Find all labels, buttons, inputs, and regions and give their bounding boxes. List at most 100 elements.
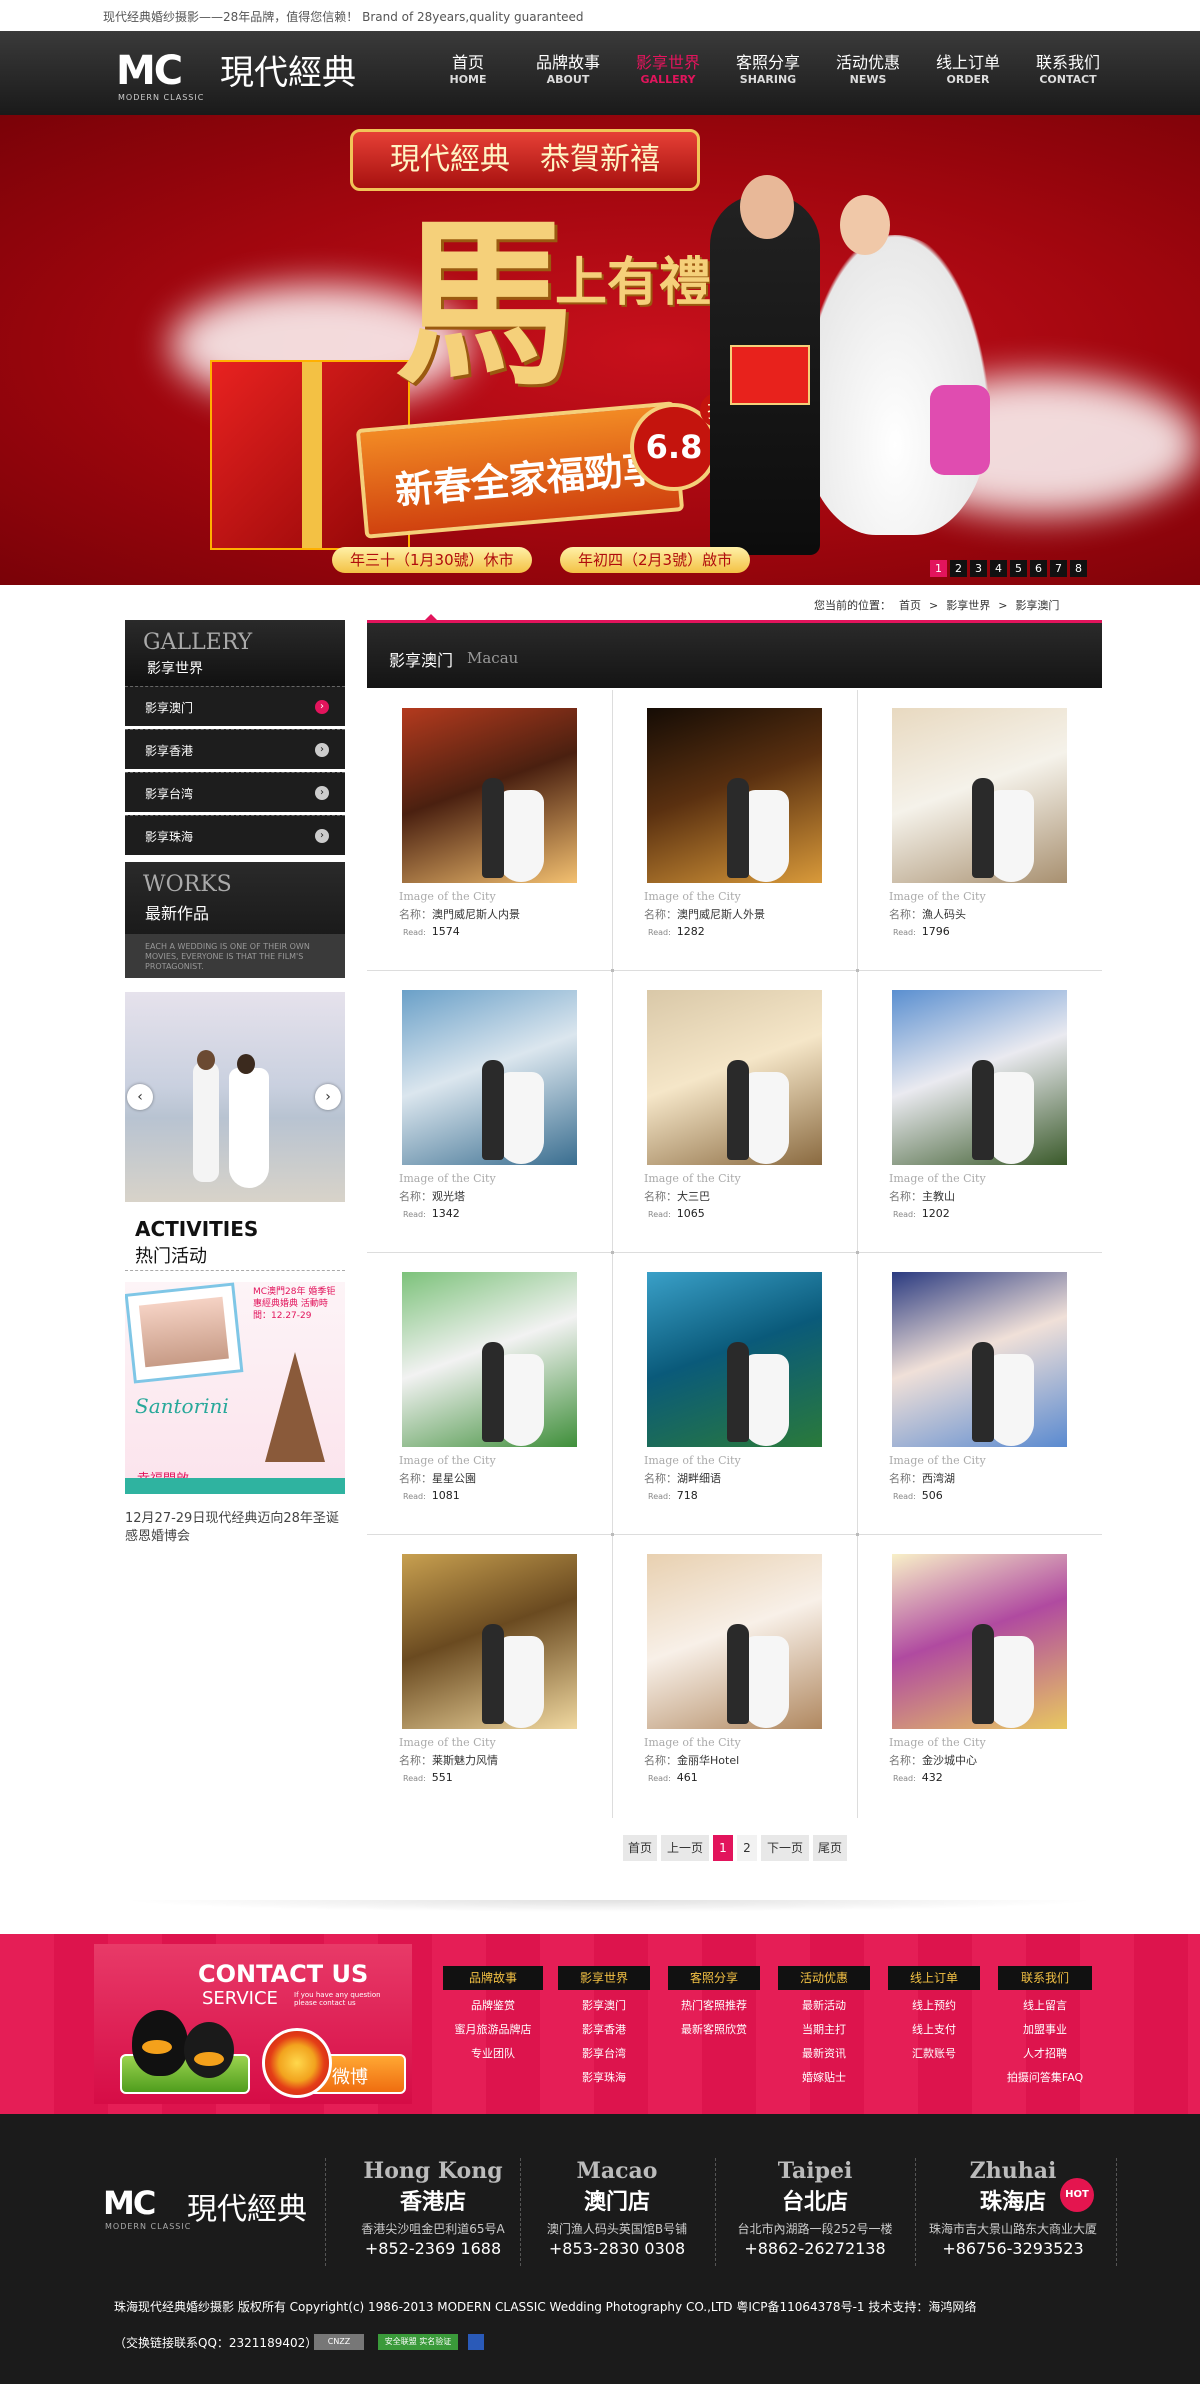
page-prev-button[interactable]: 上一页 <box>661 1835 709 1861</box>
footer-link[interactable]: 婚嫁贴士 <box>778 2066 870 2090</box>
activity-poster[interactable]: MC澳門28年 婚季钜惠經典婚典 活動時間：12.27-29 Santorini… <box>125 1282 345 1494</box>
gallery-card[interactable]: Image of the City 名称：澳門威尼斯人外景 Read: 1282 <box>612 690 857 972</box>
footer-logo[interactable]: MC 現代經典 MODERN CLASSIC <box>103 2184 323 2244</box>
chevron-right-icon[interactable]: › <box>315 1084 341 1110</box>
nav-sharing[interactable]: 客照分享 SHARING <box>718 53 818 87</box>
photo-name[interactable]: 名称：湖畔细语 <box>644 1470 721 1486</box>
slide-dot[interactable]: 1 <box>930 560 947 577</box>
nav-contact[interactable]: 联系我们 CONTACT <box>1018 53 1118 87</box>
slide-dot[interactable]: 8 <box>1070 560 1087 577</box>
page-first-button[interactable]: 首页 <box>623 1835 657 1861</box>
footer-link[interactable]: 影享澳门 <box>558 1994 650 2018</box>
footer-col-head[interactable]: 活动优惠 <box>778 1966 870 1990</box>
paw-icon[interactable] <box>468 2334 484 2350</box>
weibo-contact[interactable]: 微博 <box>262 2008 406 2098</box>
slide-dot[interactable]: 3 <box>970 560 987 577</box>
gallery-photo[interactable] <box>647 1272 822 1447</box>
footer-link[interactable]: 拍摄问答集FAQ <box>998 2066 1092 2090</box>
footer-link[interactable]: 影享香港 <box>558 2018 650 2042</box>
photo-name[interactable]: 名称：观光塔 <box>399 1188 465 1204</box>
slide-dot[interactable]: 4 <box>990 560 1007 577</box>
security-badge[interactable]: 安全联盟 实名验证 <box>378 2334 458 2350</box>
footer-col-head[interactable]: 线上订单 <box>888 1966 980 1990</box>
gallery-card[interactable]: Image of the City 名称：大三巴 Read: 1065 <box>612 972 857 1254</box>
gallery-card[interactable]: Image of the City 名称：金丽华Hotel Read: 461 <box>612 1536 857 1818</box>
footer-link[interactable]: 最新资讯 <box>778 2042 870 2066</box>
gallery-photo[interactable] <box>402 1272 577 1447</box>
slide-dot[interactable]: 2 <box>950 560 967 577</box>
sidebar-item-hongkong[interactable]: 影享香港 › <box>125 729 345 769</box>
footer-link[interactable]: 人才招聘 <box>998 2042 1092 2066</box>
gallery-photo[interactable] <box>647 708 822 883</box>
page-next-button[interactable]: 下一页 <box>761 1835 809 1861</box>
gallery-photo[interactable] <box>647 1554 822 1729</box>
photo-name[interactable]: 名称：金沙城中心 <box>889 1752 977 1768</box>
footer-link[interactable]: 专业团队 <box>443 2042 543 2066</box>
gallery-photo[interactable] <box>647 990 822 1165</box>
gallery-card[interactable]: Image of the City 名称：漁人码头 Read: 1796 <box>857 690 1102 972</box>
cnzz-badge[interactable]: CNZZ <box>314 2334 364 2350</box>
footer-link[interactable]: 影享珠海 <box>558 2066 650 2090</box>
footer-link[interactable]: 影享台湾 <box>558 2042 650 2066</box>
slide-dot[interactable]: 7 <box>1050 560 1067 577</box>
breadcrumb-gallery[interactable]: 影享世界 <box>946 599 990 612</box>
sidebar-item-macau[interactable]: 影享澳门 › <box>125 686 345 726</box>
footer-link[interactable]: 热门客照推荐 <box>668 1994 760 2018</box>
gallery-photo[interactable] <box>892 990 1067 1165</box>
page-number-button[interactable]: 1 <box>713 1835 733 1861</box>
gallery-card[interactable]: Image of the City 名称：星星公園 Read: 1081 <box>367 1254 612 1536</box>
page-last-button[interactable]: 尾页 <box>813 1835 847 1861</box>
footer-link[interactable]: 线上留言 <box>998 1994 1092 2018</box>
gallery-photo[interactable] <box>402 1554 577 1729</box>
photo-name[interactable]: 名称：莱斯魅力风情 <box>399 1752 498 1768</box>
qq-contact[interactable] <box>120 2008 250 2094</box>
footer-link[interactable]: 品牌鉴赏 <box>443 1994 543 2018</box>
site-logo[interactable]: MC 現代經典 MODERN CLASSIC <box>116 49 386 102</box>
slide-dot[interactable]: 5 <box>1010 560 1027 577</box>
nav-home[interactable]: 首页 HOME <box>418 53 518 87</box>
footer-link[interactable]: 最新活动 <box>778 1994 870 2018</box>
nav-news[interactable]: 活动优惠 NEWS <box>818 53 918 87</box>
gallery-photo[interactable] <box>402 708 577 883</box>
footer-link[interactable]: 加盟事业 <box>998 2018 1092 2042</box>
footer-col-head[interactable]: 客照分享 <box>668 1966 760 1990</box>
gallery-card[interactable]: Image of the City 名称：西湾湖 Read: 506 <box>857 1254 1102 1536</box>
breadcrumb-home[interactable]: 首页 <box>899 599 921 612</box>
sidebar-item-taiwan[interactable]: 影享台湾 › <box>125 772 345 812</box>
gallery-card[interactable]: Image of the City 名称：金沙城中心 Read: 432 <box>857 1536 1102 1818</box>
footer-link[interactable]: 线上支付 <box>888 2018 980 2042</box>
footer-link[interactable]: 蜜月旅游品牌店 <box>443 2018 543 2042</box>
footer-link[interactable]: 汇款账号 <box>888 2042 980 2066</box>
photo-name[interactable]: 名称：澳門威尼斯人内景 <box>399 906 520 922</box>
photo-name[interactable]: 名称：西湾湖 <box>889 1470 955 1486</box>
nav-order[interactable]: 线上订单 ORDER <box>918 53 1018 87</box>
gallery-card[interactable]: Image of the City 名称：澳門威尼斯人内景 Read: 1574 <box>367 690 612 972</box>
nav-gallery[interactable]: 影享世界 GALLERY <box>618 53 718 87</box>
gallery-photo[interactable] <box>892 708 1067 883</box>
gallery-photo[interactable] <box>892 1272 1067 1447</box>
footer-col-head[interactable]: 影享世界 <box>558 1966 650 1990</box>
photo-name[interactable]: 名称：主教山 <box>889 1188 955 1204</box>
footer-link[interactable]: 当期主打 <box>778 2018 870 2042</box>
footer-col-head[interactable]: 品牌故事 <box>443 1966 543 1990</box>
photo-name[interactable]: 名称：星星公園 <box>399 1470 476 1486</box>
page-number-button[interactable]: 2 <box>737 1835 757 1861</box>
gallery-card[interactable]: Image of the City 名称：湖畔细语 Read: 718 <box>612 1254 857 1536</box>
works-slideshow[interactable]: ‹ › <box>125 992 345 1202</box>
gallery-photo[interactable] <box>402 990 577 1165</box>
activity-caption[interactable]: 12月27-29日现代经典迈向28年圣诞感恩婚博会 <box>125 1510 345 1546</box>
sidebar-item-zhuhai[interactable]: 影享珠海 › <box>125 815 345 855</box>
photo-name[interactable]: 名称：金丽华Hotel <box>644 1752 739 1768</box>
footer-link[interactable]: 最新客照欣赏 <box>668 2018 760 2042</box>
nav-about[interactable]: 品牌故事 ABOUT <box>518 53 618 87</box>
photo-name[interactable]: 名称：大三巴 <box>644 1188 710 1204</box>
footer-col-head[interactable]: 联系我们 <box>998 1966 1092 1990</box>
photo-name[interactable]: 名称：漁人码头 <box>889 906 966 922</box>
chevron-left-icon[interactable]: ‹ <box>127 1084 153 1110</box>
gallery-card[interactable]: Image of the City 名称：主教山 Read: 1202 <box>857 972 1102 1254</box>
gallery-card[interactable]: Image of the City 名称：莱斯魅力风情 Read: 551 <box>367 1536 612 1818</box>
promo-banner[interactable]: 現代經典 恭賀新禧 馬 上有禮 新春全家福勁享 6.8 折 年三十（1月30號）… <box>0 115 1200 585</box>
footer-link[interactable]: 线上预约 <box>888 1994 980 2018</box>
gallery-photo[interactable] <box>892 1554 1067 1729</box>
photo-name[interactable]: 名称：澳門威尼斯人外景 <box>644 906 765 922</box>
